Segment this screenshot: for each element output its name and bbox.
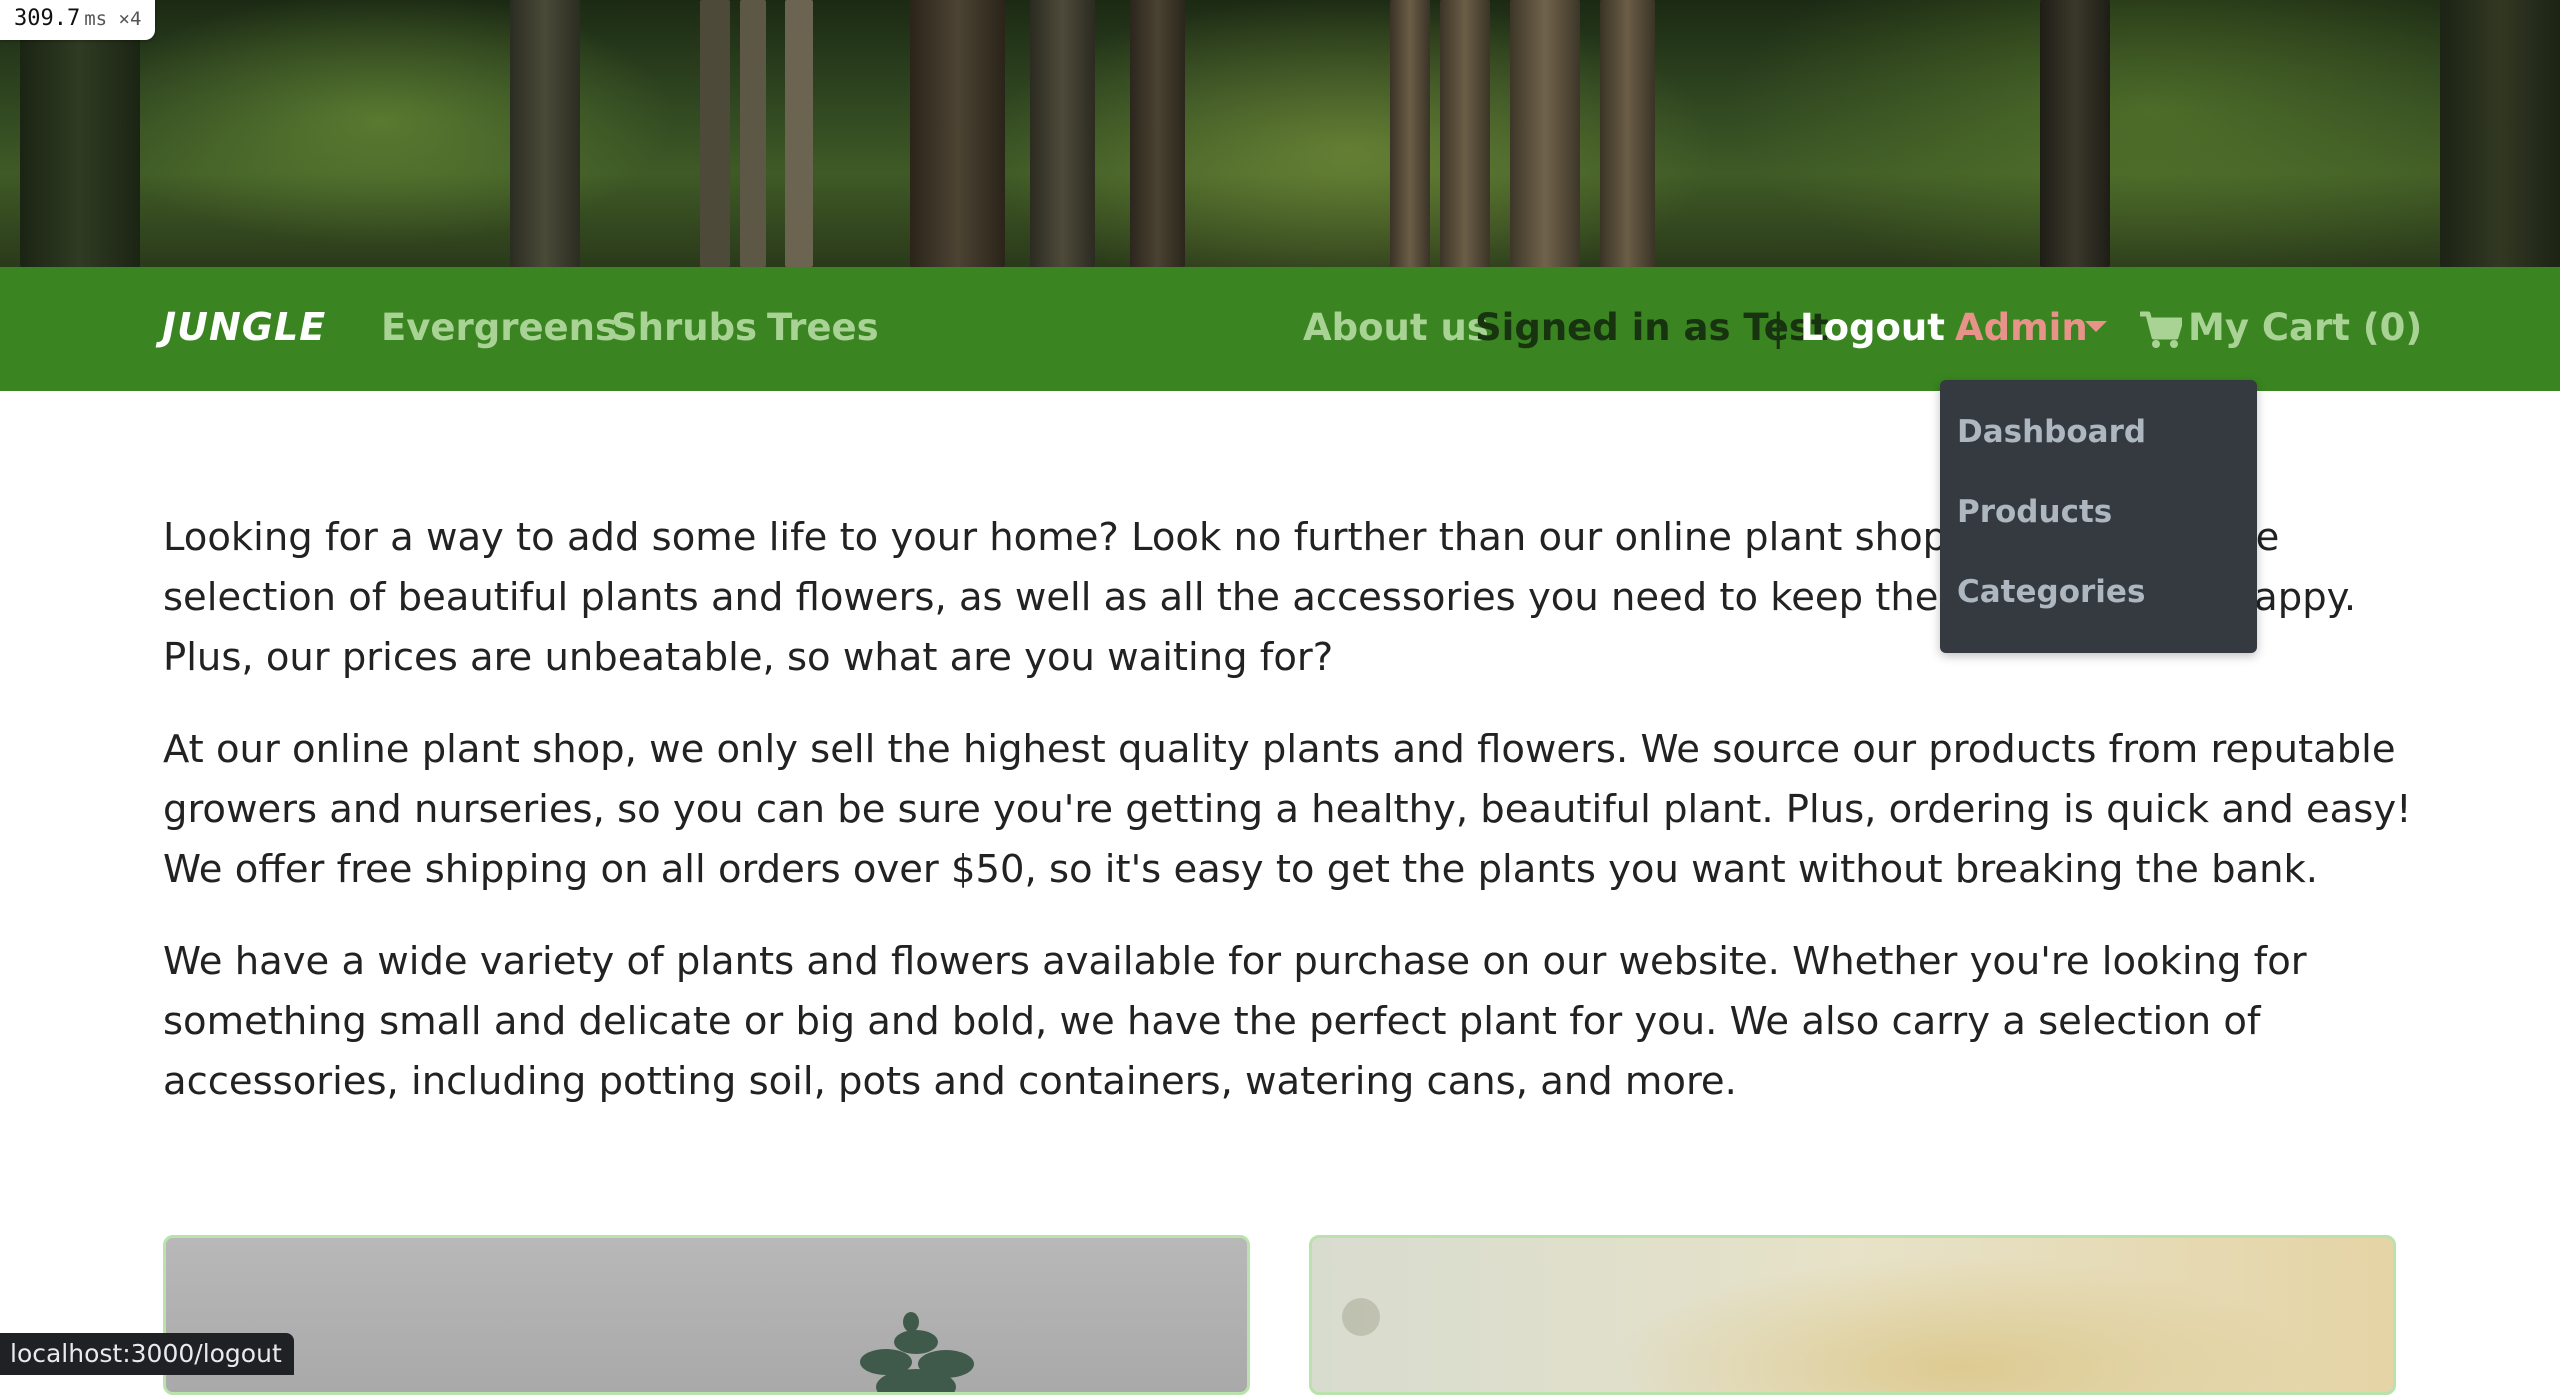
hero-banner <box>0 0 2560 267</box>
admin-menu-dashboard[interactable]: Dashboard <box>1957 414 2146 450</box>
nav-link-trees[interactable]: Trees <box>767 305 879 351</box>
nav-link-about[interactable]: About us <box>1303 305 1489 351</box>
admin-dropdown-menu: Dashboard Products Categories <box>1940 380 2257 653</box>
plant-image <box>860 1312 974 1392</box>
shopping-cart-icon[interactable] <box>2140 310 2182 350</box>
caret-down-icon[interactable] <box>2085 321 2107 332</box>
admin-dropdown-toggle[interactable]: Admin <box>1955 305 2088 351</box>
perf-time: 309.7 <box>14 6 81 31</box>
link-status-bar: localhost:3000/logout <box>0 1333 294 1375</box>
intro-paragraph: At our online plant shop, we only sell t… <box>163 727 2412 892</box>
cart-link[interactable]: My Cart (0) <box>2188 305 2422 351</box>
product-card[interactable] <box>163 1235 1250 1395</box>
nav-separator: | <box>1772 306 1785 349</box>
intro-paragraph: We have a wide variety of plants and flo… <box>163 939 2307 1104</box>
admin-menu-categories[interactable]: Categories <box>1957 574 2145 610</box>
brand-logo[interactable]: JUNGLE <box>162 305 326 349</box>
product-card[interactable] <box>1309 1235 2396 1395</box>
nav-link-evergreens[interactable]: Evergreens <box>381 305 617 351</box>
nav-link-shrubs[interactable]: Shrubs <box>611 305 757 351</box>
perf-unit: ms ×4 <box>84 8 142 30</box>
blur-spot <box>1342 1298 1380 1336</box>
logout-link[interactable]: Logout <box>1800 305 1945 351</box>
perf-overlay: 309.7 ms ×4 <box>0 0 156 40</box>
admin-menu-products[interactable]: Products <box>1957 494 2112 530</box>
